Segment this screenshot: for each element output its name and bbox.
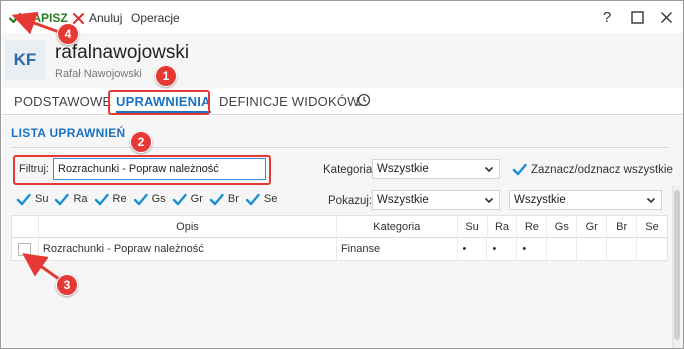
annotation-badge-2: 2 xyxy=(130,131,152,153)
annotation-badge-1: 1 xyxy=(155,65,177,87)
window: ZAPISZ Anuluj Operacje ? KF rafalnawojow… xyxy=(0,0,684,349)
annotation-arrow-3 xyxy=(11,11,60,281)
annotation-badge-4: 4 xyxy=(57,23,79,45)
annotation-badge-3: 3 xyxy=(56,274,78,296)
